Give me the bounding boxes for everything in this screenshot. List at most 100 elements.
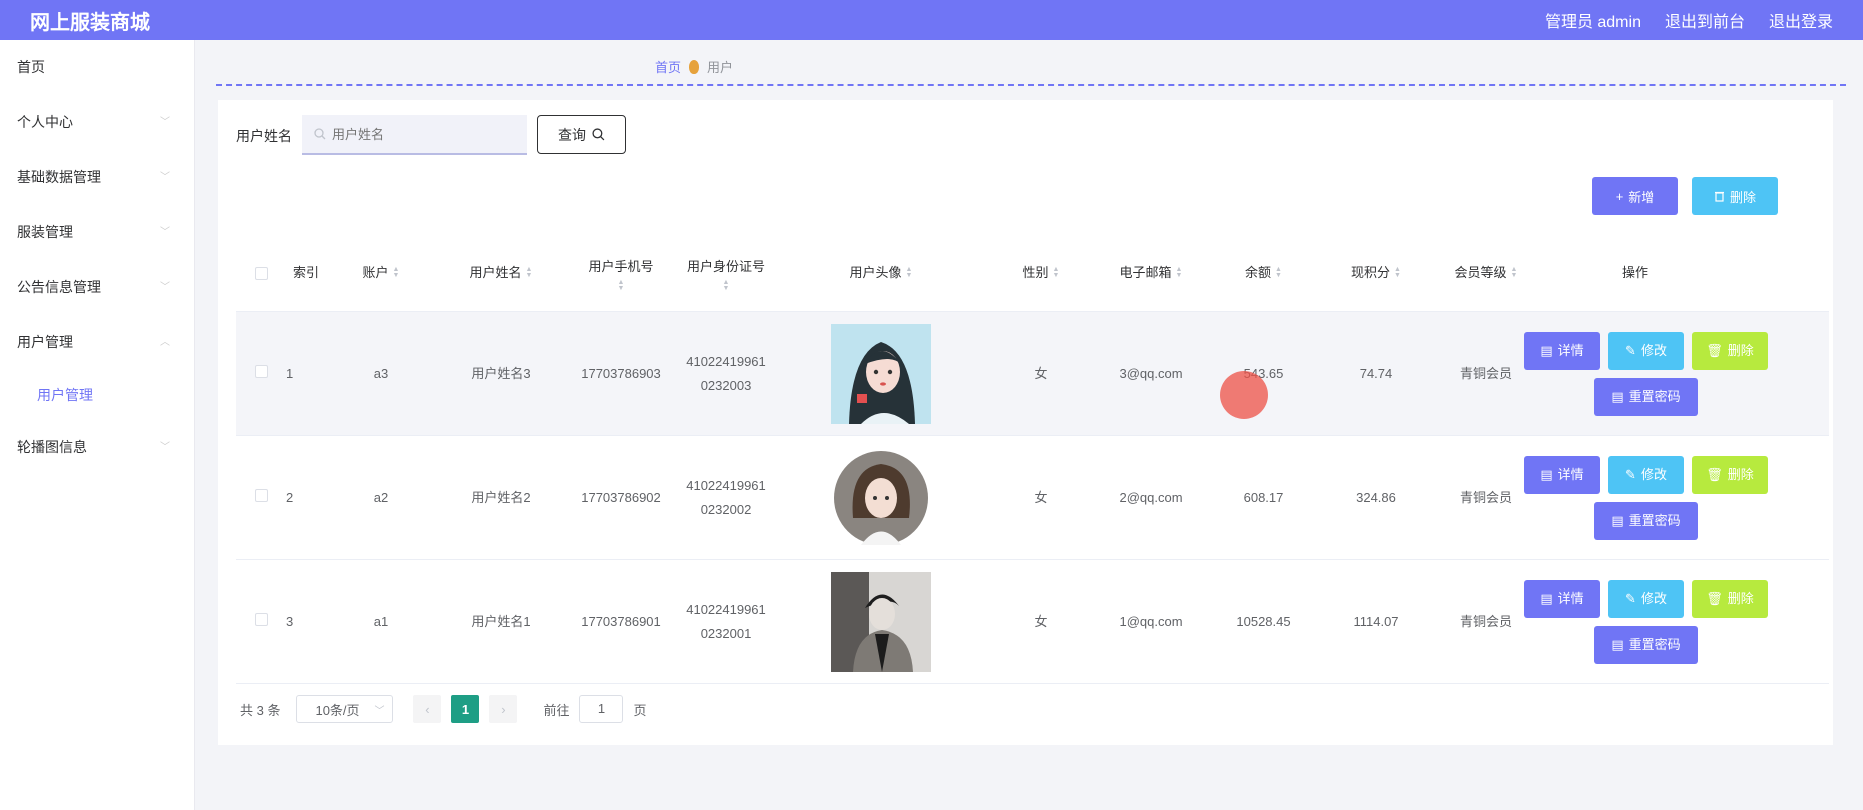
- table-row: 3 a1 用户姓名1 17703786901 41022419961 023200…: [236, 560, 1829, 684]
- chevron-down-icon: ﹀: [160, 117, 170, 128]
- avatar[interactable]: [831, 447, 931, 548]
- page-number-active[interactable]: 1: [451, 695, 480, 723]
- trash-icon: 🗑: [1706, 590, 1723, 606]
- search-button[interactable]: 查询: [537, 115, 626, 154]
- avatar[interactable]: [831, 571, 931, 672]
- sidebar-item-label: 服装管理: [17, 224, 73, 240]
- top-bar: 网上服装商城 管理员 admin 退出到前台 退出登录: [0, 0, 1863, 40]
- cell-actions: ▤ 详情 ✎ 修改 🗑 删除 ▤ 重置密码: [1524, 331, 1768, 416]
- sidebar-item-label: 用户管理: [17, 334, 73, 350]
- cell-account: a2: [373, 489, 389, 505]
- trash-icon: 🗑: [1706, 466, 1723, 482]
- avatar-image: [831, 447, 931, 548]
- sort-icon[interactable]: ▲ ▼: [1511, 266, 1518, 279]
- next-page-button[interactable]: ›: [489, 695, 518, 723]
- sort-icon[interactable]: ▲ ▼: [393, 266, 400, 279]
- chevron-down-icon: ﹀: [374, 705, 385, 717]
- detail-button[interactable]: ▤ 详情: [1524, 331, 1600, 370]
- sidebar-item-user-management[interactable]: 用户管理 ︿: [0, 315, 194, 370]
- sidebar-item-carousel[interactable]: 轮播图信息 ﹀: [0, 420, 194, 475]
- header-account[interactable]: 账户 ▲ ▼: [326, 260, 436, 286]
- sort-icon[interactable]: ▲ ▼: [1053, 266, 1060, 279]
- edit-button[interactable]: ✎ 修改: [1608, 579, 1684, 618]
- search-icon: [314, 128, 326, 140]
- bulk-delete-button[interactable]: 删除: [1692, 177, 1778, 215]
- row-checkbox[interactable]: [254, 488, 268, 502]
- header-level[interactable]: 会员等级 ▲ ▼: [1431, 260, 1541, 286]
- cell-points: 74.74: [1359, 365, 1393, 381]
- cell-actions: ▤ 详情 ✎ 修改 🗑 删除 ▤ 重置密码: [1524, 579, 1768, 664]
- delete-button[interactable]: 🗑 删除: [1692, 455, 1768, 494]
- exit-to-front-link[interactable]: 退出到前台: [1665, 8, 1745, 32]
- avatar-image: [831, 323, 931, 424]
- sort-icon[interactable]: ▲ ▼: [1176, 266, 1183, 279]
- page-size-value: 10条/页: [315, 702, 360, 718]
- sort-icon[interactable]: ▲ ▼: [906, 266, 913, 279]
- sort-icon[interactable]: ▲ ▼: [1275, 266, 1282, 279]
- select-all-checkbox[interactable]: [254, 266, 268, 280]
- sort-icon[interactable]: ▲ ▼: [723, 279, 730, 292]
- chevron-down-icon: ﹀: [160, 227, 170, 238]
- sidebar-item-basic-data[interactable]: 基础数据管理 ﹀: [0, 150, 194, 205]
- cell-points: 1114.07: [1353, 613, 1399, 629]
- header-phone[interactable]: 用户手机号 ▲ ▼: [566, 254, 676, 292]
- reset-password-button[interactable]: ▤ 重置密码: [1594, 625, 1698, 664]
- sidebar-item-label: 个人中心: [17, 114, 73, 130]
- chevron-left-icon: ‹: [425, 701, 430, 717]
- delete-button[interactable]: 🗑 删除: [1692, 331, 1768, 370]
- sort-icon[interactable]: ▲ ▼: [526, 266, 533, 279]
- header-gender[interactable]: 性别 ▲ ▼: [986, 260, 1096, 286]
- goto-page-input[interactable]: 1: [579, 695, 624, 723]
- cell-gender: 女: [1034, 365, 1048, 381]
- cell-index: 2: [286, 489, 294, 505]
- trash-icon: [1714, 191, 1724, 202]
- sidebar-item-personal-center[interactable]: 个人中心 ﹀: [0, 95, 194, 150]
- cell-account: a1: [373, 613, 389, 629]
- avatar[interactable]: [831, 323, 931, 424]
- header-email[interactable]: 电子邮箱 ▲ ▼: [1096, 260, 1206, 286]
- prev-page-button[interactable]: ‹: [413, 695, 442, 723]
- sort-icon[interactable]: ▲ ▼: [1394, 266, 1401, 279]
- user-table: 索引 账户 ▲ ▼ 用户姓名 ▲ ▼ 用户手机号 ▲ ▼ 用户身份证号 ▲ ▼ 用户头像 ▲ ▼ 性…: [236, 235, 1829, 684]
- sidebar-item-notice[interactable]: 公告信息管理 ﹀: [0, 260, 194, 315]
- cell-actions: ▤ 详情 ✎ 修改 🗑 删除 ▤ 重置密码: [1524, 455, 1768, 540]
- header-name[interactable]: 用户姓名 ▲ ▼: [436, 260, 566, 286]
- detail-button[interactable]: ▤ 详情: [1524, 455, 1600, 494]
- edit-button[interactable]: ✎ 修改: [1608, 455, 1684, 494]
- cell-index: 3: [286, 613, 294, 629]
- cell-email: 1@qq.com: [1119, 613, 1183, 629]
- header-id-card[interactable]: 用户身份证号 ▲ ▼: [676, 254, 776, 292]
- add-button[interactable]: + 新增: [1592, 177, 1678, 215]
- search-field[interactable]: [302, 115, 527, 155]
- page-size-select[interactable]: 10条/页 ﹀: [296, 695, 394, 723]
- row-checkbox[interactable]: [254, 364, 268, 378]
- admin-user-label: 管理员 admin: [1544, 14, 1641, 31]
- header-avatar[interactable]: 用户头像 ▲ ▼: [776, 260, 986, 286]
- reset-password-button[interactable]: ▤ 重置密码: [1594, 377, 1698, 416]
- avatar-image: [831, 571, 931, 672]
- header-points[interactable]: 现积分 ▲ ▼: [1321, 260, 1431, 286]
- cell-id-card: 41022419961 0232001: [686, 601, 766, 641]
- cell-avatar: [776, 447, 986, 548]
- sidebar-item-home[interactable]: 首页: [0, 40, 194, 95]
- table-row: 1 a3 用户姓名3 17703786903 41022419961 023200…: [236, 312, 1829, 436]
- reset-password-button[interactable]: ▤ 重置密码: [1594, 501, 1698, 540]
- breadcrumb-home[interactable]: 首页: [655, 57, 681, 76]
- header-balance[interactable]: 余额 ▲ ▼: [1206, 260, 1321, 286]
- row-checkbox[interactable]: [254, 612, 268, 626]
- search-input[interactable]: [332, 126, 502, 142]
- edit-button[interactable]: ✎ 修改: [1608, 331, 1684, 370]
- breadcrumb-separator-icon: [689, 59, 700, 74]
- logout-link[interactable]: 退出登录: [1769, 8, 1833, 32]
- sort-icon[interactable]: ▲ ▼: [618, 279, 625, 292]
- cell-avatar: [776, 571, 986, 672]
- breadcrumb: 首页 用户: [655, 57, 733, 76]
- sidebar-item-clothing[interactable]: 服装管理 ﹀: [0, 205, 194, 260]
- detail-button[interactable]: ▤ 详情: [1524, 579, 1600, 618]
- sidebar-subitem-user-management[interactable]: 用户管理: [0, 370, 194, 420]
- row-select-cell: [236, 486, 286, 510]
- pagination-total: 共 3 条: [240, 702, 281, 718]
- delete-button[interactable]: 🗑 删除: [1692, 579, 1768, 618]
- sidebar-item-label: 基础数据管理: [17, 169, 101, 185]
- cell-avatar: [776, 323, 986, 424]
